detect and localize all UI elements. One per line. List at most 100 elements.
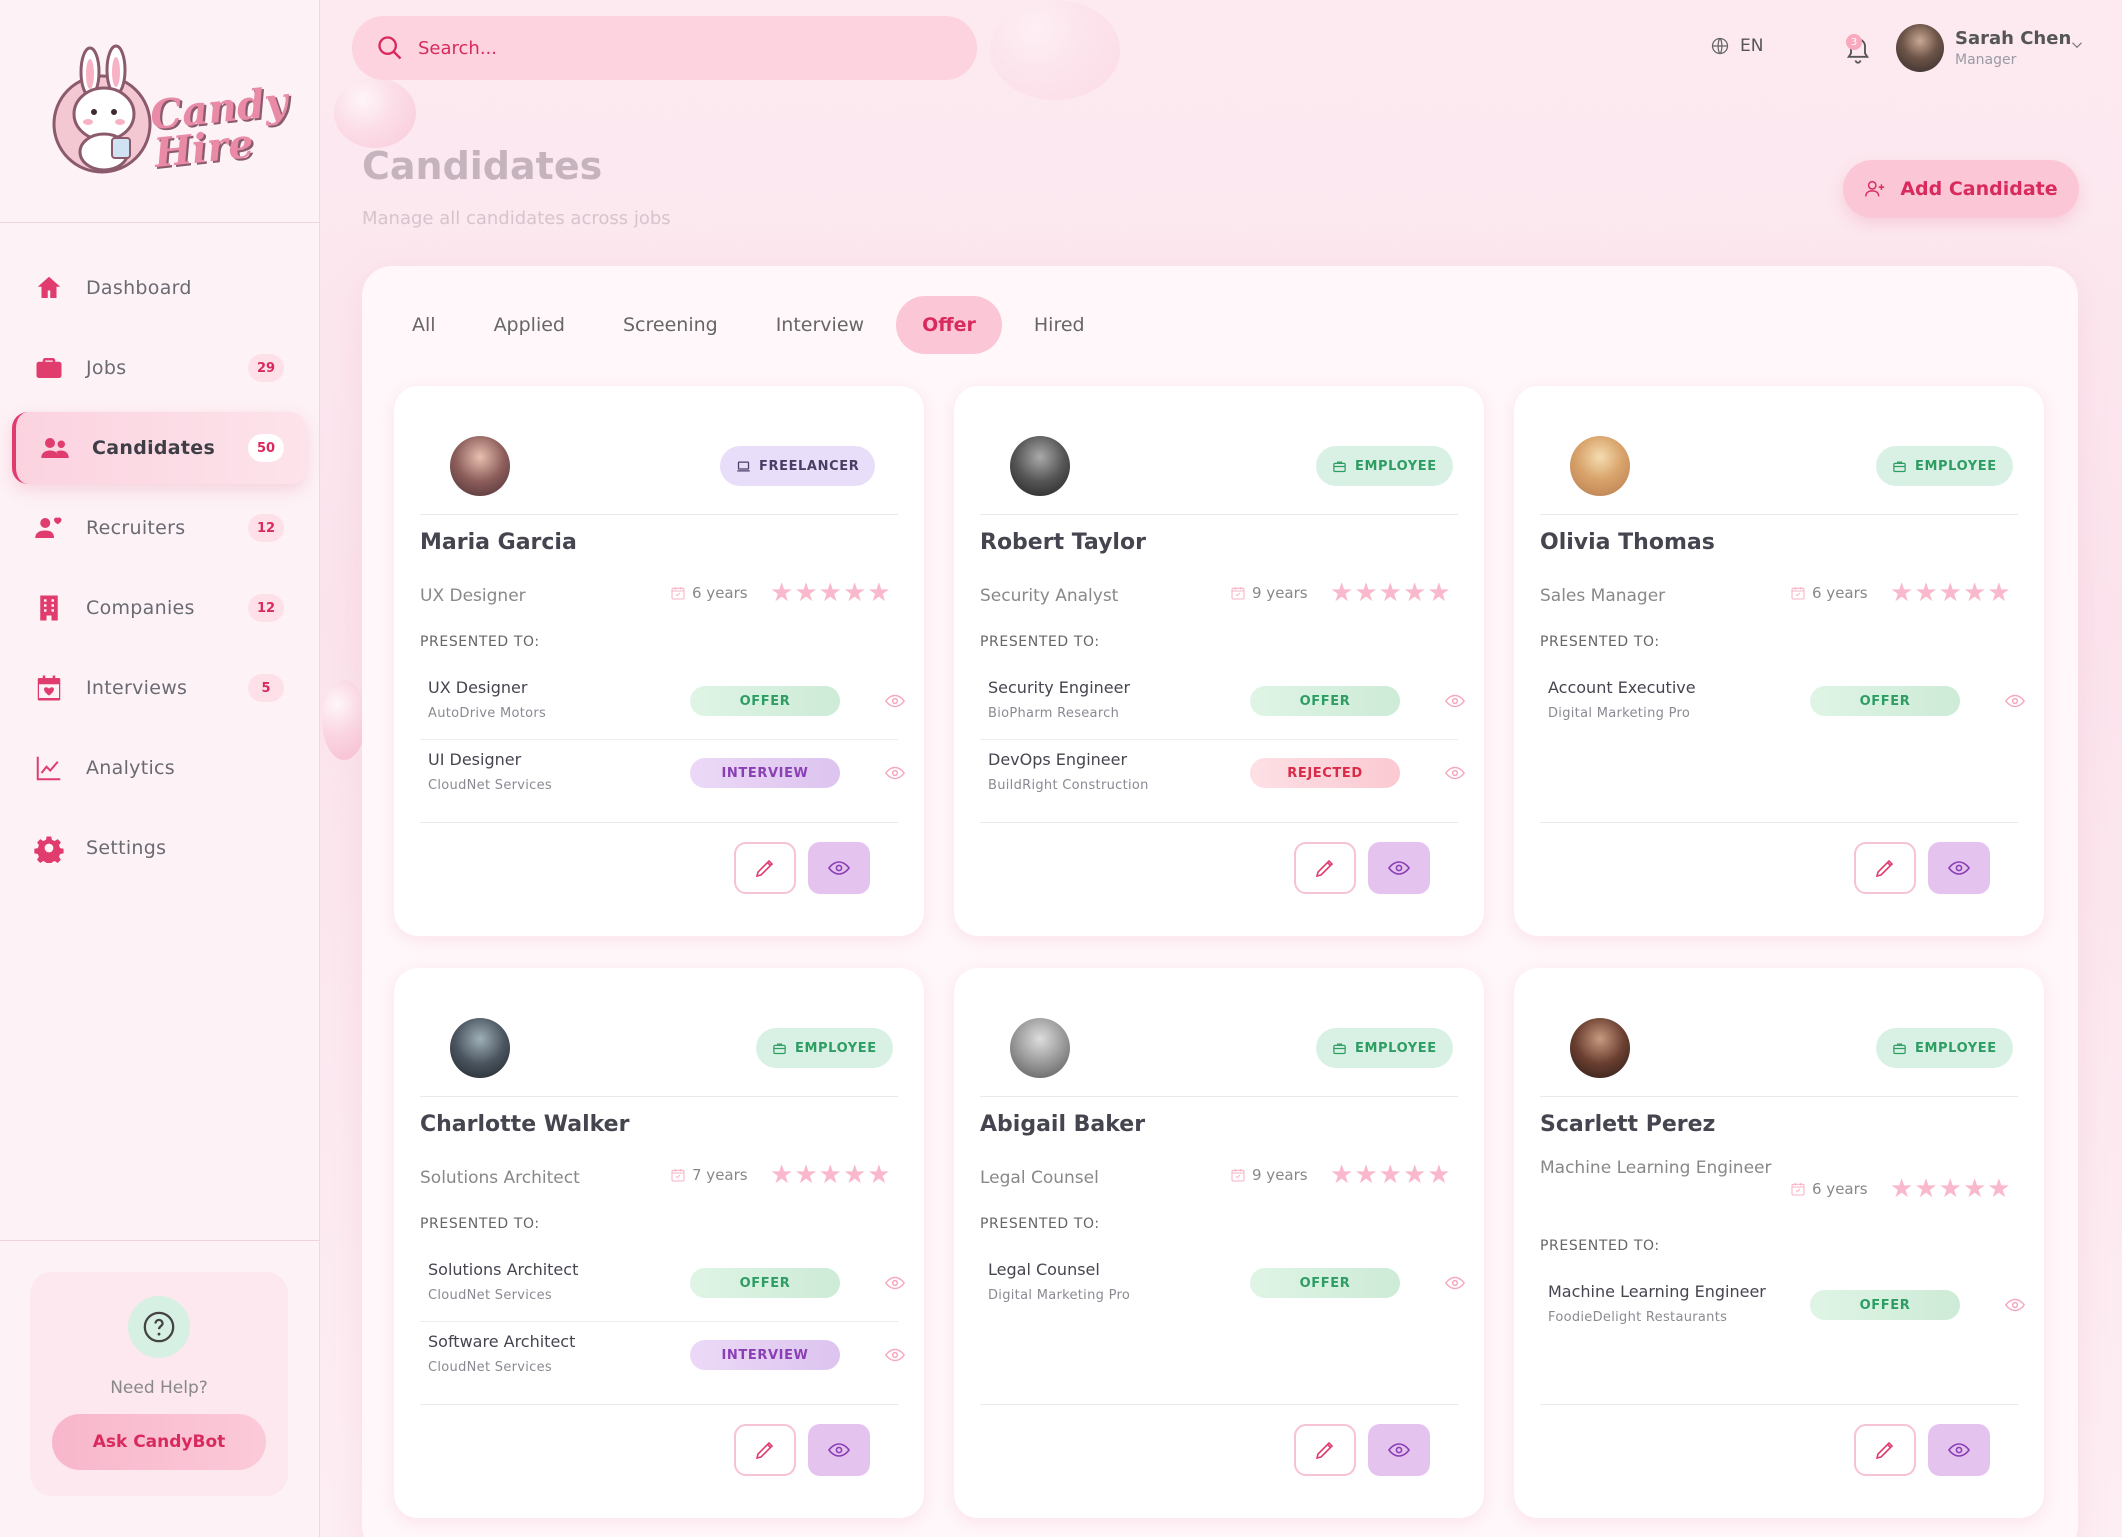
edit-button[interactable] [1854, 1424, 1916, 1476]
candidates-panel: All Applied Screening Interview Offer Hi… [362, 266, 2078, 1537]
presented-row: Legal Counsel Digital Marketing Pro OFFE… [980, 1252, 1466, 1322]
sidebar-item-companies[interactable]: Companies 12 [0, 572, 320, 644]
decorative-bubble [322, 680, 366, 760]
star-icon: ★ [770, 578, 794, 608]
card-divider [420, 1096, 898, 1097]
eye-icon[interactable] [1444, 1272, 1466, 1294]
star-icon: ★ [1890, 1174, 1914, 1204]
candidate-name[interactable]: Olivia Thomas [1540, 530, 1715, 555]
star-icon: ★ [1890, 578, 1914, 608]
user-name[interactable]: Sarah Chen [1955, 28, 2071, 49]
employment-type-label: EMPLOYEE [1355, 1040, 1437, 1056]
sidebar-item-interviews[interactable]: Interviews 5 [0, 652, 320, 724]
sidebar: Candy Hire Dashboard Jobs 29 Candidates … [0, 0, 320, 1537]
star-icon: ★ [1402, 1160, 1427, 1190]
decorative-bubble [334, 78, 416, 148]
avatar[interactable] [1896, 24, 1944, 72]
presented-job-title: Security Engineer [988, 678, 1131, 697]
candidate-name[interactable]: Maria Garcia [420, 530, 577, 555]
star-icon: ★ [867, 1160, 891, 1190]
logo[interactable]: Candy Hire [44, 44, 290, 177]
eye-icon[interactable] [2004, 690, 2026, 712]
sidebar-item-candidates[interactable]: Candidates 50 [12, 412, 306, 484]
view-button[interactable] [1928, 842, 1990, 894]
sidebar-item-settings[interactable]: Settings [0, 812, 320, 884]
tab-interview[interactable]: Interview [750, 296, 890, 354]
chart-line-icon [36, 756, 61, 781]
candidate-card[interactable]: EMPLOYEE Charlotte Walker Solutions Archit… [394, 968, 924, 1518]
count-badge: 12 [248, 514, 284, 542]
eye-icon[interactable] [884, 690, 906, 712]
experience-years-label: 6 years [1812, 1180, 1868, 1198]
star-icon: ★ [1402, 578, 1427, 608]
star-icon: ★ [1962, 578, 1987, 608]
pencil-icon [1313, 856, 1337, 880]
view-button[interactable] [1928, 1424, 1990, 1476]
eye-icon[interactable] [884, 762, 906, 784]
tab-offer[interactable]: Offer [896, 296, 1002, 354]
experience-years: 9 years [1230, 584, 1308, 602]
avatar [1570, 436, 1630, 496]
experience-years-label: 6 years [692, 584, 748, 602]
view-button[interactable] [808, 842, 870, 894]
ask-candybot-button[interactable]: Ask CandyBot [52, 1414, 266, 1470]
star-icon: ★ [842, 578, 867, 608]
sidebar-item-recruiters[interactable]: Recruiters 12 [0, 492, 320, 564]
add-candidate-button[interactable]: Add Candidate [1843, 160, 2079, 218]
candidate-name[interactable]: Scarlett Perez [1540, 1112, 1715, 1137]
page-subtitle: Manage all candidates across jobs [362, 208, 671, 229]
tab-applied[interactable]: Applied [468, 296, 591, 354]
briefcase-icon [773, 1043, 786, 1054]
edit-button[interactable] [734, 1424, 796, 1476]
globe-icon [1711, 37, 1729, 55]
star-icon: ★ [1330, 1160, 1354, 1190]
candidate-card[interactable]: EMPLOYEE Olivia Thomas Sales Manager 6 year… [1514, 386, 2044, 936]
sidebar-item-analytics[interactable]: Analytics [0, 732, 320, 804]
candidate-name[interactable]: Charlotte Walker [420, 1112, 629, 1137]
card-divider [420, 1404, 898, 1405]
briefcase-icon [1333, 461, 1346, 472]
edit-button[interactable] [734, 842, 796, 894]
candidate-card[interactable]: EMPLOYEE Scarlett Perez Machine Learning E… [1514, 968, 2044, 1518]
calendar-icon [1791, 587, 1805, 600]
search-bar[interactable]: Search... [352, 16, 977, 80]
candidate-role: Machine Learning Engineer [1540, 1158, 1772, 1178]
candidate-name[interactable]: Abigail Baker [980, 1112, 1145, 1137]
tab-screening[interactable]: Screening [597, 296, 744, 354]
experience-years-label: 6 years [1812, 584, 1868, 602]
rating-stars: ★ ★ ★ ★ ★ [1889, 1176, 2011, 1202]
language-selector[interactable]: EN [1710, 36, 1763, 56]
logo-text: Candy Hire [147, 78, 291, 177]
presented-company: CloudNet Services [428, 1360, 553, 1375]
view-button[interactable] [808, 1424, 870, 1476]
view-button[interactable] [1368, 1424, 1430, 1476]
sidebar-item-dashboard[interactable]: Dashboard [0, 252, 320, 324]
eye-icon[interactable] [2004, 1294, 2026, 1316]
eye-icon[interactable] [884, 1272, 906, 1294]
count-badge: 29 [248, 354, 284, 382]
presented-job-title: DevOps Engineer [988, 750, 1128, 769]
tab-all[interactable]: All [386, 296, 462, 354]
candidate-card[interactable]: FREELANCER Maria Garcia UX Designer 6 years… [394, 386, 924, 936]
candidate-card[interactable]: EMPLOYEE Abigail Baker Legal Counsel 9 year… [954, 968, 1484, 1518]
candidate-role: Legal Counsel [980, 1168, 1099, 1188]
eye-icon[interactable] [1444, 762, 1466, 784]
rating-stars: ★ ★ ★ ★ ★ [1329, 1162, 1451, 1188]
edit-button[interactable] [1294, 1424, 1356, 1476]
search-input[interactable]: Search... [418, 38, 497, 59]
edit-button[interactable] [1854, 842, 1916, 894]
view-button[interactable] [1368, 842, 1430, 894]
candidate-card[interactable]: EMPLOYEE Robert Taylor Security Analyst 9 y… [954, 386, 1484, 936]
eye-icon[interactable] [884, 1344, 906, 1366]
calendar-icon [1231, 587, 1245, 600]
presented-job-title: Account Executive [1548, 678, 1696, 697]
tab-hired[interactable]: Hired [1008, 296, 1111, 354]
candidate-name[interactable]: Robert Taylor [980, 530, 1146, 555]
chevron-down-icon[interactable] [2068, 36, 2086, 54]
eye-icon[interactable] [1444, 690, 1466, 712]
sidebar-item-label: Settings [86, 837, 167, 859]
edit-button[interactable] [1294, 842, 1356, 894]
employment-type-badge: EMPLOYEE [1316, 1028, 1453, 1068]
sidebar-item-jobs[interactable]: Jobs 29 [0, 332, 320, 404]
add-candidate-label: Add Candidate [1900, 178, 2058, 200]
